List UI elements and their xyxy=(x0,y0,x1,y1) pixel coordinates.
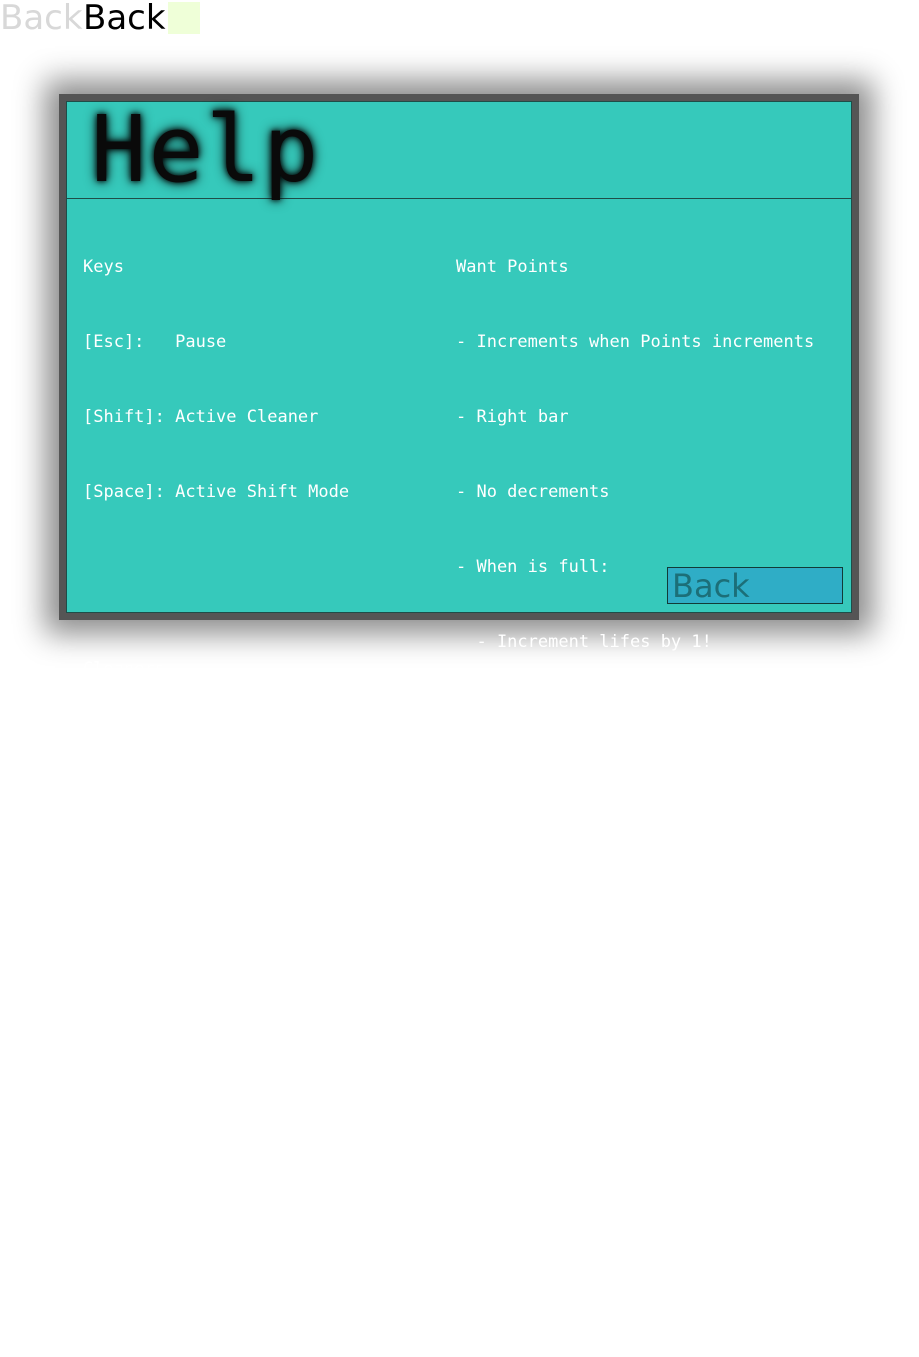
want-points-line: - No decrements xyxy=(456,482,610,502)
shift-mode-line: - While activated: xyxy=(456,1059,641,1079)
want-points-heading: Want Points xyxy=(456,257,569,277)
cleaners-line: - Auto-Regen (3|4|5 min.) xyxy=(83,884,339,904)
back-label-ghost: Back xyxy=(0,0,83,38)
cleaners-line: - Want Points xyxy=(83,1109,237,1129)
cleaners-line: - Points xyxy=(83,1034,186,1054)
cleaners-heading: Cleaners xyxy=(83,659,165,679)
color-swatch xyxy=(168,2,200,34)
shift-mode-line: - You can take words xyxy=(456,1209,682,1229)
help-title: Help xyxy=(91,96,321,203)
back-label[interactable]: Back xyxy=(83,0,166,36)
shift-mode-line: - Middle bar xyxy=(456,909,579,929)
keys-line: [Space]: Active Shift Mode xyxy=(83,482,350,502)
shift-mode-line: - You can activate cleaners xyxy=(456,1284,753,1304)
right-column: Want Points - Increments when Points inc… xyxy=(456,205,814,1357)
cleaners-line: - Lifes (Want Points = Full) xyxy=(83,1184,391,1204)
help-panel: Help Keys [Esc]: Pause [Shift]: Active C… xyxy=(59,94,859,1304)
want-points-line: - Right bar xyxy=(456,407,569,427)
section-spacer xyxy=(83,555,400,607)
want-points-line: - Increment lifes by 1! xyxy=(456,632,712,652)
shift-mode-heading: Shift Mode xyxy=(456,759,559,779)
left-column: Keys [Esc]: Pause [Shift]: Active Cleane… xyxy=(83,205,400,1257)
help-panel-inner: Help Keys [Esc]: Pause [Shift]: Active C… xyxy=(66,96,852,1304)
keys-line: [Esc]: Pause xyxy=(83,332,227,352)
cleaners-line: - Left circles xyxy=(83,809,227,829)
cleaners-line: - Increments: xyxy=(83,959,217,979)
section-spacer xyxy=(456,705,814,707)
shift-mode-line: - Auto-Regen (1|2|3 min.) xyxy=(456,984,712,1004)
keys-line: [Shift]: Active Cleaner xyxy=(83,407,319,427)
want-points-line: - Increments when Points increments xyxy=(456,332,815,352)
shift-mode-line: - The game time goes on xyxy=(456,1134,712,1154)
back-button[interactable]: Back xyxy=(667,567,843,605)
help-header: Help xyxy=(67,96,851,203)
cleaners-line: - Takes all words in the screen xyxy=(83,734,401,754)
shift-mode-line: - Stops words downfall xyxy=(456,834,682,854)
keys-heading: Keys xyxy=(83,257,124,277)
